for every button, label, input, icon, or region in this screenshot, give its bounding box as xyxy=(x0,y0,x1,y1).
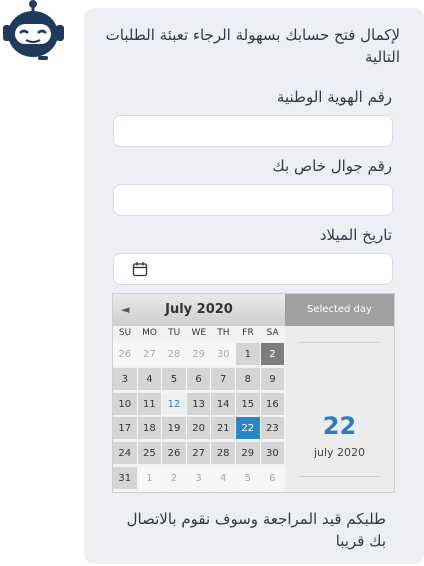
calendar-day-cell[interactable]: 25 xyxy=(137,442,163,466)
mobile-label: رقم جوال خاص بك xyxy=(272,157,392,175)
calendar-day-cell[interactable]: 29 xyxy=(186,343,212,366)
review-message: طلبكم قيد المراجعة وسوف نقوم بالاتصال بك… xyxy=(126,510,386,550)
divider xyxy=(299,476,379,477)
calendar-day-cell[interactable]: 5 xyxy=(162,367,187,391)
calendar-day-cell[interactable]: 8 xyxy=(236,367,261,391)
mobile-input[interactable] xyxy=(113,184,393,216)
selected-day-panel: 22 july 2020 xyxy=(285,326,394,492)
national-id-input[interactable] xyxy=(113,115,393,147)
birthdate-label: تاريخ الميلاد xyxy=(319,226,392,244)
national-id-label: رقم الهوية الوطنية xyxy=(276,88,392,106)
calendar-day-cell[interactable]: 1 xyxy=(137,467,163,490)
calendar-day-cell[interactable]: 10 xyxy=(113,392,138,416)
calendar-day-cell[interactable]: 30 xyxy=(211,343,236,366)
robot-avatar-icon xyxy=(0,0,70,66)
selected-month-year: july 2020 xyxy=(313,446,366,459)
calendar-icon[interactable] xyxy=(132,261,148,277)
calendar-day-cell[interactable]: 11 xyxy=(137,392,163,416)
calendar-day-cell[interactable]: 15 xyxy=(236,392,261,416)
weekday-header: MO xyxy=(142,328,158,338)
calendar-day-cell[interactable]: 30 xyxy=(260,442,286,466)
calendar-day-cell[interactable]: 21 xyxy=(211,417,236,441)
calendar-day-cell[interactable]: 26 xyxy=(162,442,187,466)
calendar-day-cell[interactable]: 23 xyxy=(260,417,286,441)
calendar-day-cell[interactable]: 5 xyxy=(236,467,261,490)
calendar-day-cell[interactable]: 3 xyxy=(186,467,212,490)
calendar-day-cell[interactable]: 27 xyxy=(137,343,163,366)
date-picker: ◄ July 2020 ► SUMOTUWETHFRSA262728293012… xyxy=(112,293,395,493)
selected-day-number: 22 xyxy=(322,412,357,440)
calendar-day-cell[interactable]: 4 xyxy=(211,467,236,490)
calendar-day-cell[interactable]: 28 xyxy=(211,442,236,466)
calendar-day-cell[interactable]: 2 xyxy=(162,467,187,490)
selected-day-header: Selected day xyxy=(285,294,394,326)
calendar-day-cell[interactable]: 16 xyxy=(260,392,286,416)
calendar-day-cell[interactable]: 26 xyxy=(113,343,138,366)
weekday-header: TH xyxy=(217,328,230,338)
weekday-header: SU xyxy=(118,328,132,338)
divider xyxy=(299,342,379,343)
calendar-day-cell[interactable]: 19 xyxy=(162,417,187,441)
weekday-header: FR xyxy=(242,328,254,338)
calendar-day-cell[interactable]: 4 xyxy=(137,367,163,391)
calendar-day-cell[interactable]: 28 xyxy=(162,343,187,366)
calendar-day-cell[interactable]: 18 xyxy=(137,417,163,441)
calendar-day-cell[interactable]: 9 xyxy=(260,367,286,391)
calendar-day-cell[interactable]: 6 xyxy=(186,367,212,391)
calendar-day-cell[interactable]: 1 xyxy=(236,343,261,366)
calendar-day-cell[interactable]: 29 xyxy=(236,442,261,466)
calendar-day-cell[interactable]: 12 xyxy=(162,392,187,416)
calendar-day-cell[interactable]: 6 xyxy=(260,467,286,490)
calendar-day-cell[interactable]: 2 xyxy=(260,343,286,366)
chat-bubble: لإكمال فتح حسابك بسهولة الرجاء تعبئة الط… xyxy=(84,8,424,564)
weekday-header: SA xyxy=(266,328,279,338)
calendar-day-cell[interactable]: 27 xyxy=(186,442,212,466)
birthdate-input[interactable] xyxy=(113,253,393,285)
weekday-header: WE xyxy=(191,328,207,338)
weekday-header: TU xyxy=(168,328,181,338)
calendar-day-cell[interactable]: 24 xyxy=(113,442,138,466)
calendar-day-cell[interactable]: 13 xyxy=(186,392,212,416)
calendar-day-cell[interactable]: 3 xyxy=(113,367,138,391)
month-label: July 2020 xyxy=(165,302,233,317)
intro-message: لإكمال فتح حسابك بسهولة الرجاء تعبئة الط… xyxy=(105,26,400,66)
calendar-day-cell[interactable]: 14 xyxy=(211,392,236,416)
calendar-day-cell[interactable]: 31 xyxy=(113,467,138,490)
calendar-day-cell[interactable]: 7 xyxy=(211,367,236,391)
calendar-day-cell[interactable]: 20 xyxy=(186,417,212,441)
calendar-day-cell[interactable]: 17 xyxy=(113,417,138,441)
calendar-day-cell[interactable]: 22 xyxy=(236,417,261,441)
